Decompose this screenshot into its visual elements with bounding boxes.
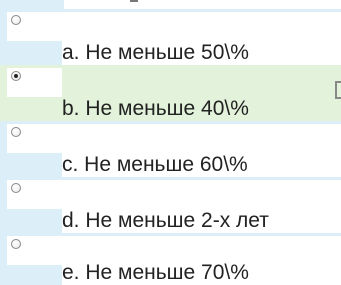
- option-d[interactable]: d. Не меньше 2-х лет: [0, 177, 341, 233]
- option-e[interactable]: e. Не меньше 70\%: [0, 233, 341, 285]
- previous-row-edge: [0, 0, 341, 9]
- cut-off-marker: [335, 81, 341, 99]
- answer-options: a. Не меньше 50\% b. Не меньше 40\% c. Н…: [0, 0, 341, 285]
- option-b[interactable]: b. Не меньше 40\%: [0, 65, 341, 121]
- radio-button-e[interactable]: [11, 239, 21, 249]
- option-c[interactable]: c. Не меньше 60\%: [0, 121, 341, 177]
- option-c-label[interactable]: c. Не меньше 60\%: [62, 153, 248, 177]
- radio-button-c[interactable]: [11, 127, 21, 137]
- option-d-label[interactable]: d. Не меньше 2-х лет: [62, 209, 269, 233]
- option-b-label[interactable]: b. Не меньше 40\%: [62, 97, 249, 121]
- radio-selected-dot: [14, 74, 18, 78]
- option-a[interactable]: a. Не меньше 50\%: [0, 9, 341, 65]
- option-a-label[interactable]: a. Не меньше 50\%: [62, 41, 249, 65]
- radio-button-a[interactable]: [11, 15, 21, 25]
- option-e-label[interactable]: e. Не меньше 70\%: [62, 261, 249, 285]
- radio-button-d[interactable]: [11, 183, 21, 193]
- radio-button-b-selected[interactable]: [11, 71, 21, 81]
